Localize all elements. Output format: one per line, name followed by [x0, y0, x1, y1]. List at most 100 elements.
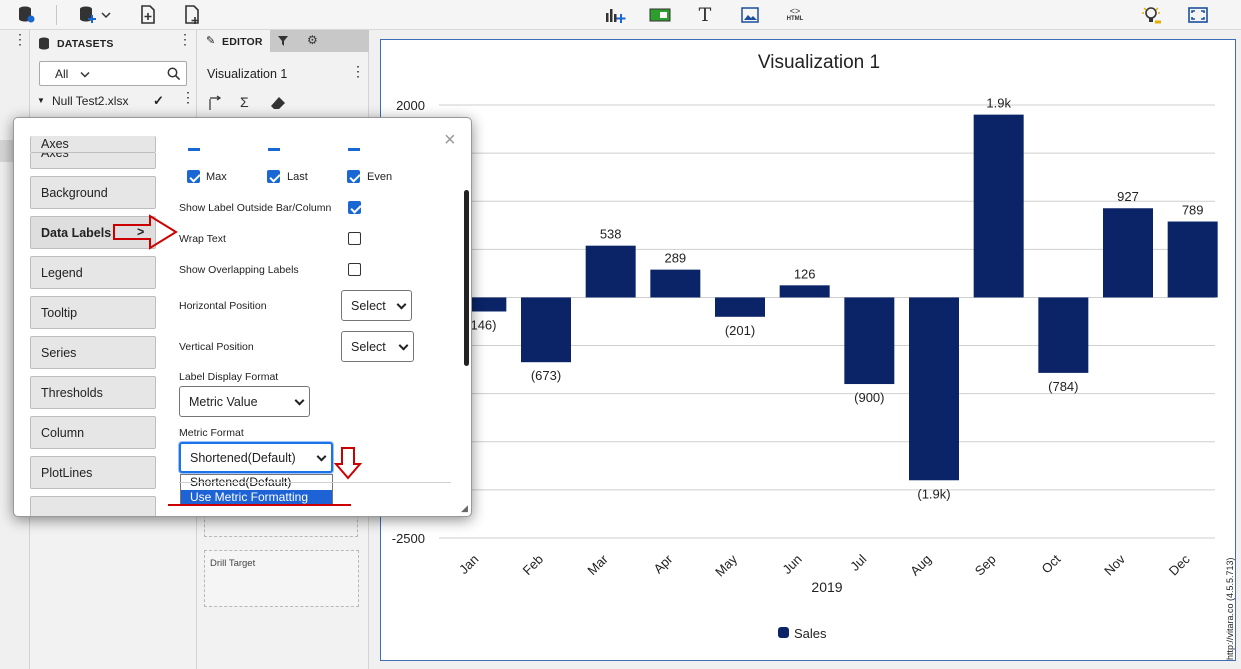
metric-format-select[interactable]: Shortened(Default)	[179, 442, 333, 473]
y-tick-label: -2500	[392, 531, 425, 546]
nav-series[interactable]: Series	[30, 336, 156, 369]
add-chart-icon[interactable]	[603, 3, 627, 27]
bar	[844, 297, 895, 385]
bar	[779, 285, 830, 298]
data-labels-dialog: Axes Background Data Labels > Legend Too…	[13, 117, 472, 517]
bar	[1167, 221, 1218, 298]
x-tick-label: Sep	[972, 552, 999, 579]
drill-target-label: Drill Target	[210, 558, 256, 569]
bar	[909, 297, 959, 481]
sigma-icon[interactable]: Σ	[240, 94, 249, 110]
annotation-right-arrow	[113, 214, 178, 250]
datasets-db-icon	[38, 37, 50, 53]
pencil-icon: ✎	[206, 35, 216, 47]
more-icon[interactable]: ⋮	[13, 32, 27, 46]
dataset-item-more-icon[interactable]: ⋮	[181, 90, 195, 104]
option-use-metric-formatting[interactable]: Use Metric Formatting	[181, 490, 332, 505]
display-format-select[interactable]: Metric Value	[179, 386, 310, 417]
panel-icon[interactable]	[648, 3, 672, 27]
checkbox-clipped-1[interactable]	[188, 148, 200, 151]
gear-icon: ⚙	[307, 33, 318, 47]
html-icon[interactable]: <> HTML	[783, 3, 807, 27]
x-tick-label: Nov	[1101, 551, 1128, 578]
tab-settings[interactable]: ⚙	[296, 30, 369, 52]
hpos-select[interactable]: Select	[341, 290, 412, 321]
tab-filter[interactable]	[270, 30, 296, 52]
last-checkbox[interactable]	[267, 170, 280, 183]
nav-more[interactable]	[30, 496, 156, 516]
x-tick-label: Jun	[779, 552, 804, 577]
resize-grip-icon[interactable]: ◢	[461, 503, 468, 514]
nav-data-labels-label: Data Labels	[41, 225, 112, 240]
nav-plotlines[interactable]: PlotLines	[30, 456, 156, 489]
axis-swap-icon[interactable]	[208, 95, 224, 114]
check-icon: ✓	[153, 93, 164, 108]
bar	[1103, 208, 1153, 298]
new-doc-icon[interactable]	[180, 3, 204, 27]
drill-target-zone[interactable]: Drill Target	[204, 550, 359, 607]
lightbulb-icon[interactable]	[1140, 3, 1164, 27]
x-tick-label: Feb	[520, 552, 546, 578]
dataset-filter[interactable]: All	[39, 61, 187, 86]
database-icon[interactable]	[14, 3, 38, 27]
tab-editor[interactable]: ✎ EDITOR	[198, 30, 270, 52]
nav-thresholds[interactable]: Thresholds	[30, 376, 156, 409]
nav-background[interactable]: Background	[30, 176, 156, 209]
show-outside-label: Show Label Outside Bar/Column	[179, 202, 332, 214]
wrap-text-checkbox[interactable]	[348, 232, 361, 245]
legend-swatch	[778, 627, 789, 638]
viz-more-icon[interactable]: ⋮	[351, 64, 365, 78]
search-icon[interactable]	[167, 67, 181, 81]
expand-triangle-icon[interactable]: ▼	[37, 96, 45, 105]
add-database-icon[interactable]	[76, 3, 100, 27]
overlap-checkbox[interactable]	[348, 263, 361, 276]
eraser-icon[interactable]	[270, 96, 286, 113]
scrollbar-thumb[interactable]	[464, 190, 469, 366]
visualization-name[interactable]: Visualization 1	[207, 67, 287, 81]
fullscreen-icon[interactable]	[1186, 3, 1210, 27]
x-tick-label: Jan	[456, 552, 481, 577]
x-tick-label: Apr	[651, 551, 676, 576]
display-format-label: Label Display Format	[179, 371, 279, 383]
x-axis-label: 2019	[811, 579, 842, 595]
nav-column[interactable]: Column	[30, 416, 156, 449]
vpos-value: Select	[351, 339, 386, 354]
dataset-item[interactable]: Null Test2.xlsx	[52, 94, 128, 108]
bar	[715, 297, 765, 317]
data-label: (1.9k)	[917, 486, 950, 501]
chart-container[interactable]: Visualization 1 2000 -2500 (146) Jan (673) Feb…	[380, 39, 1236, 661]
even-label: Even	[367, 171, 393, 183]
data-label: 1.9k	[986, 96, 1011, 111]
filter-chevron-icon	[80, 71, 90, 78]
x-tick-label: Aug	[907, 552, 934, 579]
x-tick-label: Dec	[1166, 551, 1193, 578]
data-label: (201)	[725, 323, 755, 338]
text-icon[interactable]: T	[693, 3, 717, 27]
vpos-select[interactable]: Select	[341, 331, 414, 362]
datasets-more-icon[interactable]: ⋮	[178, 32, 192, 46]
checkbox-clipped-2[interactable]	[268, 148, 280, 151]
tab-editor-label: EDITOR	[222, 36, 263, 48]
nav-legend[interactable]: Legend	[30, 256, 156, 289]
even-checkbox[interactable]	[347, 170, 360, 183]
image-icon[interactable]	[738, 3, 762, 27]
nav-tooltip[interactable]: Tooltip	[30, 296, 156, 329]
bar	[1038, 297, 1089, 373]
close-icon[interactable]: ×	[444, 129, 456, 152]
bar	[973, 114, 1024, 298]
new-page-icon[interactable]	[136, 3, 160, 27]
max-checkbox[interactable]	[187, 170, 200, 183]
column-chart: Visualization 12000-2500(146)Jan(673)Feb…	[392, 52, 1218, 641]
datasets-title: DATASETS	[57, 38, 114, 50]
metric-format-label: Metric Format	[179, 427, 244, 439]
divider	[179, 482, 451, 483]
top-toolbar: T <> HTML	[0, 0, 1241, 30]
checkbox-clipped-3[interactable]	[348, 148, 360, 151]
nav-axes-clipped[interactable]: Axes	[30, 136, 156, 153]
show-outside-checkbox[interactable]	[348, 201, 361, 214]
last-label: Last	[287, 171, 308, 183]
vpos-label: Vertical Position	[179, 341, 254, 353]
chevron-down-icon[interactable]	[98, 3, 114, 27]
annotation-down-arrow	[334, 447, 362, 480]
annotation-underline	[168, 504, 351, 506]
